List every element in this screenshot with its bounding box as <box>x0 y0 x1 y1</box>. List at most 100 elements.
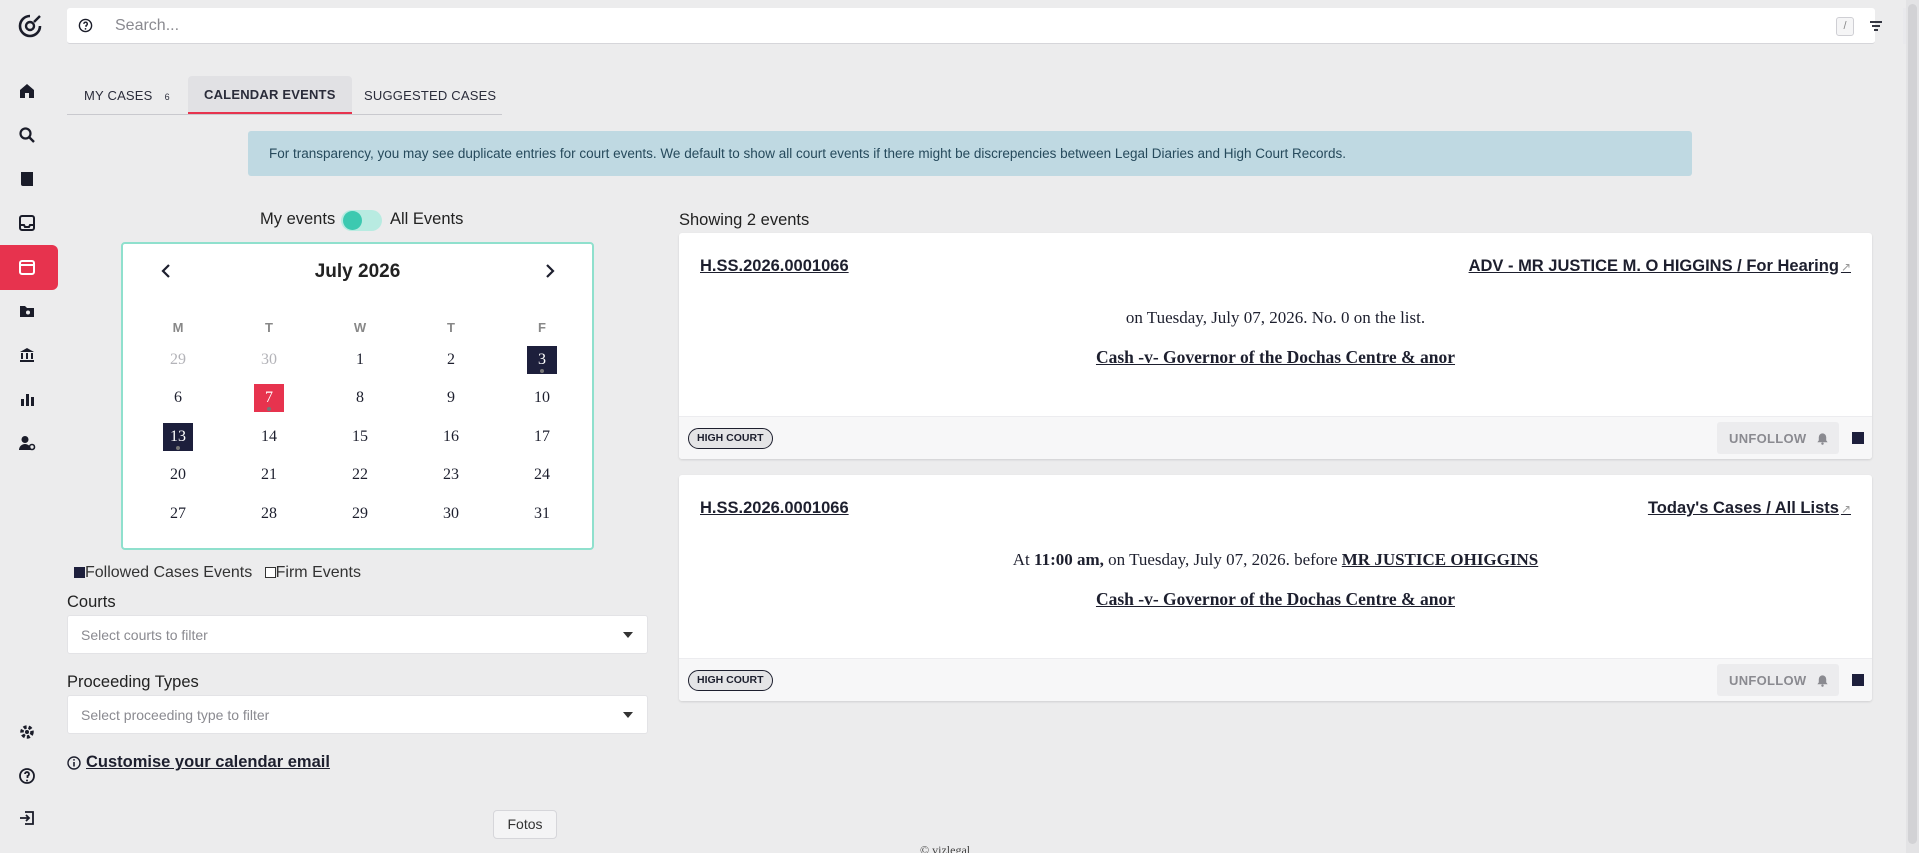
day-number: 7 <box>265 389 273 406</box>
calendar-day[interactable]: 31 <box>527 500 557 528</box>
calendar-day[interactable]: 29 <box>345 500 375 528</box>
events-scope-toggle[interactable] <box>341 210 382 231</box>
event-time: 11:00 am, <box>1034 550 1104 569</box>
inbox-icon[interactable] <box>16 212 38 234</box>
tab-my-cases[interactable]: MY CASES 6 <box>84 76 170 114</box>
help-icon[interactable] <box>16 765 38 787</box>
folder-star-icon[interactable] <box>16 300 38 322</box>
legend-firm-label: Firm Events <box>275 564 361 581</box>
customise-email-text: Customise your calendar email <box>86 753 330 771</box>
customise-email-link[interactable]: Customise your calendar email <box>67 753 330 772</box>
external-link-icon: ↗ <box>1840 260 1851 274</box>
calendar-day[interactable]: 29 <box>163 346 193 374</box>
calendar-day[interactable]: 21 <box>254 461 284 489</box>
calendar: July 2026 M T W T F 29 30 1 2 3 6 7 8 9 … <box>121 242 594 550</box>
gear-icon[interactable] <box>16 721 38 743</box>
calendar-day[interactable]: 20 <box>163 461 193 489</box>
chevron-right-icon <box>546 264 555 278</box>
weekday-label: F <box>538 320 546 335</box>
calendar-day[interactable]: 22 <box>345 461 375 489</box>
calendar-day[interactable]: 27 <box>163 500 193 528</box>
calendar-day[interactable]: 16 <box>436 423 466 451</box>
global-search-bar: / <box>67 8 1919 44</box>
unfollow-button[interactable]: UNFOLLOW <box>1717 664 1839 696</box>
next-month-button[interactable] <box>537 258 563 284</box>
filter-icon[interactable] <box>1869 19 1883 38</box>
bell-icon <box>1816 432 1828 445</box>
calendar-day[interactable]: 15 <box>345 423 375 451</box>
calendar-day[interactable]: 14 <box>254 423 284 451</box>
event-details-mid: on Tuesday, July 07, 2026. before <box>1108 550 1338 569</box>
weekday-label: T <box>447 320 455 335</box>
event-dot <box>267 407 271 411</box>
calendar-day[interactable]: 23 <box>436 461 466 489</box>
scrollbar-thumb[interactable] <box>1908 4 1917 844</box>
event-select-checkbox[interactable] <box>1852 674 1864 686</box>
calendar-day[interactable]: 30 <box>254 346 284 374</box>
calendar-day-selected[interactable]: 7 <box>254 384 284 412</box>
case-title-link[interactable]: Cash -v- Governor of the Dochas Centre &… <box>679 347 1872 368</box>
tab-label: SUGGESTED CASES <box>364 87 497 103</box>
unfollow-label: UNFOLLOW <box>1729 672 1807 688</box>
tooltip-fotos: Fotos <box>493 810 557 839</box>
case-id-link[interactable]: H.SS.2026.0001066 <box>700 257 849 276</box>
day-number: 13 <box>170 428 186 445</box>
help-circle-icon[interactable] <box>78 18 93 38</box>
calendar-day[interactable]: 1 <box>345 346 375 374</box>
app-logo-icon[interactable] <box>17 13 43 39</box>
event-card: H.SS.2026.0001066 ADV - MR JUSTICE M. O … <box>679 233 1872 459</box>
event-list-label: ADV - MR JUSTICE M. O HIGGINS / For Hear… <box>1468 257 1839 275</box>
event-details: At 11:00 am, on Tuesday, July 07, 2026. … <box>679 550 1872 570</box>
followed-legend-swatch[interactable] <box>74 567 85 578</box>
calendar-day[interactable]: 6 <box>163 384 193 412</box>
tab-calendar-events[interactable]: CALENDAR EVENTS <box>188 76 352 114</box>
tab-suggested-cases[interactable]: SUGGESTED CASES <box>364 76 496 114</box>
calendar-icon[interactable] <box>16 256 38 278</box>
user-settings-icon[interactable] <box>16 432 38 454</box>
proceeding-types-select[interactable]: Select proceeding type to filter <box>67 695 648 734</box>
event-dot <box>540 369 544 373</box>
calendar-day-event[interactable]: 13 <box>163 423 193 451</box>
event-legend: Followed Cases Events Firm Events <box>74 564 361 582</box>
external-link-icon: ↗ <box>1840 502 1851 516</box>
weekday-label: M <box>172 320 184 335</box>
calendar-day[interactable]: 30 <box>436 500 466 528</box>
event-details: on Tuesday, July 07, 2026. No. 0 on the … <box>1125 308 1426 327</box>
toggle-label-my-events: My events <box>260 210 336 228</box>
calendar-day[interactable]: 28 <box>254 500 284 528</box>
footer-copyright: © vizlegal <box>920 843 971 853</box>
book-icon[interactable] <box>16 168 38 190</box>
event-list-label: Today's Cases / All Lists <box>1647 499 1839 517</box>
proceeding-select-placeholder: Select proceeding type to filter <box>81 706 270 723</box>
calendar-day[interactable]: 9 <box>436 384 466 412</box>
calendar-day[interactable]: 17 <box>527 423 557 451</box>
calendar-month-title: July 2026 <box>314 261 401 282</box>
search-icon[interactable] <box>16 124 38 146</box>
calendar-day[interactable]: 2 <box>436 346 466 374</box>
weekday-label: W <box>353 320 367 335</box>
event-list-link[interactable]: Today's Cases / All Lists ↗ <box>1648 499 1851 518</box>
judge-link[interactable]: MR JUSTICE OHIGGINS <box>1342 550 1538 569</box>
event-select-checkbox[interactable] <box>1852 432 1864 444</box>
tab-label: MY CASES <box>84 87 153 103</box>
proceeding-types-label: Proceeding Types <box>67 673 199 691</box>
unfollow-button[interactable]: UNFOLLOW <box>1717 422 1839 454</box>
weekday-label: T <box>265 320 273 335</box>
calendar-day-event[interactable]: 3 <box>527 346 557 374</box>
event-card: H.SS.2026.0001066 Today's Cases / All Li… <box>679 475 1872 701</box>
case-id-link[interactable]: H.SS.2026.0001066 <box>700 499 849 518</box>
firm-legend-swatch[interactable] <box>264 567 276 578</box>
tab-label: CALENDAR EVENTS <box>204 86 336 102</box>
calendar-day[interactable]: 24 <box>527 461 557 489</box>
event-list-link[interactable]: ADV - MR JUSTICE M. O HIGGINS / For Hear… <box>1469 257 1851 276</box>
logout-icon[interactable] <box>16 807 38 829</box>
bank-icon[interactable] <box>16 344 38 366</box>
calendar-day[interactable]: 10 <box>527 384 557 412</box>
calendar-day[interactable]: 8 <box>345 384 375 412</box>
tab-bar: MY CASES 6 CALENDAR EVENTS SUGGESTED CAS… <box>67 76 502 115</box>
case-title-link[interactable]: Cash -v- Governor of the Dochas Centre &… <box>679 589 1872 610</box>
courts-select[interactable]: Select courts to filter <box>67 615 648 654</box>
search-input[interactable] <box>115 15 1815 37</box>
bar-chart-icon[interactable] <box>16 388 38 410</box>
home-icon[interactable] <box>16 80 38 102</box>
